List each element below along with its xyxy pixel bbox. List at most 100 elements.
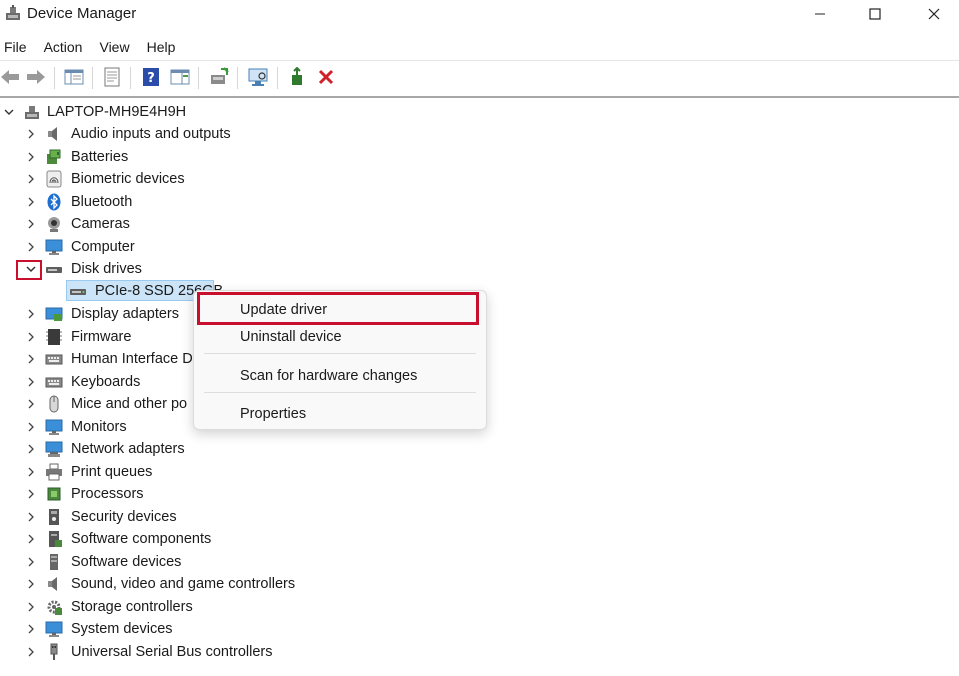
toolbar-separator [237,67,238,89]
tree-category-software-components[interactable]: Software components [0,528,400,550]
menu-action[interactable]: Action [44,36,83,58]
chevron-right-icon[interactable] [24,465,38,479]
tree-item-label: Firmware [71,329,132,345]
tree-item-label: Biometric devices [71,171,185,187]
scan-hardware-icon[interactable] [246,65,270,89]
menu-item-label: Uninstall device [240,329,342,345]
chevron-right-icon[interactable] [24,397,38,411]
toolbar: ? [0,60,959,95]
menu-file[interactable]: File [4,36,27,58]
menu-help[interactable]: Help [147,36,176,58]
computer-icon [23,103,41,121]
chevron-right-icon[interactable] [24,510,38,524]
menu-separator [204,353,476,354]
tree-category-computer[interactable]: Computer [0,236,400,258]
tree-item-label: Computer [71,239,135,255]
tree-category-universal-serial-bus-controllers[interactable]: Universal Serial Bus controllers [0,641,400,663]
forward-arrow-icon[interactable] [24,65,48,89]
tree-category-security-devices[interactable]: Security devices [0,506,400,528]
keyboard-icon [45,373,63,391]
menu-item-label: Properties [240,406,307,422]
menu-separator [204,392,476,393]
action-pane-icon[interactable] [168,65,192,89]
tree-category-batteries[interactable]: Batteries [0,146,400,168]
tree-item-label: Monitors [71,419,127,435]
tree-item-label: Print queues [71,464,153,480]
title-bar: Device Manager [0,0,959,30]
close-button[interactable] [911,0,957,28]
chevron-right-icon[interactable] [24,240,38,254]
tree-category-disk-drives[interactable]: Disk drives [0,258,400,280]
enable-device-icon[interactable] [286,65,310,89]
chevron-right-icon[interactable] [24,172,38,186]
tree-category-print-queues[interactable]: Print queues [0,461,400,483]
chevron-right-icon[interactable] [24,645,38,659]
tree-item-label: Storage controllers [71,599,193,615]
menu-view[interactable]: View [99,36,129,58]
properties-icon[interactable] [100,65,124,89]
update-driver-icon[interactable] [207,65,231,89]
tree-category-processors[interactable]: Processors [0,483,400,505]
maximize-button[interactable] [852,0,898,28]
bluetooth-icon [45,193,63,211]
camera-icon [45,215,63,233]
update-driver-highlight-box [197,292,479,325]
tree-category-bluetooth[interactable]: Bluetooth [0,191,400,213]
uninstall-device-icon[interactable] [314,65,338,89]
security-icon [45,508,63,526]
fingerprint-icon [45,170,63,188]
tree-category-system-devices[interactable]: System devices [0,618,400,640]
software-device-icon [45,553,63,571]
chevron-right-icon[interactable] [24,600,38,614]
tree-category-storage-controllers[interactable]: Storage controllers [0,596,400,618]
chevron-right-icon[interactable] [24,307,38,321]
show-hide-console-tree-icon[interactable] [62,65,86,89]
chevron-right-icon[interactable] [24,127,38,141]
back-arrow-icon[interactable] [0,65,22,89]
chevron-right-icon[interactable] [24,420,38,434]
chevron-right-icon[interactable] [24,487,38,501]
system-device-icon [45,620,63,638]
tree-root[interactable]: LAPTOP-MH9E4H9H [0,101,400,123]
toolbar-separator [54,67,55,89]
menu-item-properties[interactable]: Properties [194,399,486,429]
software-component-icon [45,530,63,548]
battery-icon [45,148,63,166]
device-manager-icon [4,4,22,22]
speaker-icon [45,575,63,593]
tree-category-network-adapters[interactable]: Network adapters [0,438,400,460]
tree-item-label: Display adapters [71,306,179,322]
tree-category-software-devices[interactable]: Software devices [0,551,400,573]
minimize-button[interactable] [797,0,843,28]
tree-item-label: Security devices [71,509,177,525]
menu-item-scan-hardware[interactable]: Scan for hardware changes [194,361,486,391]
chevron-right-icon[interactable] [24,555,38,569]
tree-category-biometric-devices[interactable]: Biometric devices [0,168,400,190]
chevron-right-icon[interactable] [24,195,38,209]
chevron-right-icon[interactable] [24,577,38,591]
monitor-icon [45,238,63,256]
chevron-right-icon[interactable] [24,622,38,636]
disk-drive-icon [69,282,87,300]
chevron-right-icon[interactable] [24,330,38,344]
tree-category-sound-video-and-game-controllers[interactable]: Sound, video and game controllers [0,573,400,595]
help-icon[interactable]: ? [139,65,163,89]
chevron-right-icon[interactable] [24,532,38,546]
chevron-right-icon[interactable] [24,217,38,231]
tree-item-label: Processors [71,486,144,502]
chevron-right-icon[interactable] [24,375,38,389]
tree-category-cameras[interactable]: Cameras [0,213,400,235]
toolbar-separator [130,67,131,89]
chevron-right-icon[interactable] [24,442,38,456]
disk-drive-icon [45,260,63,278]
chevron-down-icon[interactable] [2,105,16,119]
tree-item-label: Keyboards [71,374,141,390]
chevron-right-icon[interactable] [24,150,38,164]
monitor-icon [45,418,63,436]
tree-category-audio-inputs-and-outputs[interactable]: Audio inputs and outputs [0,123,400,145]
menu-item-uninstall-device[interactable]: Uninstall device [194,322,486,352]
tree-item-label: Software components [71,531,212,547]
window-title: Device Manager [27,5,137,22]
chevron-right-icon[interactable] [24,352,38,366]
tree-item-label: Software devices [71,554,182,570]
